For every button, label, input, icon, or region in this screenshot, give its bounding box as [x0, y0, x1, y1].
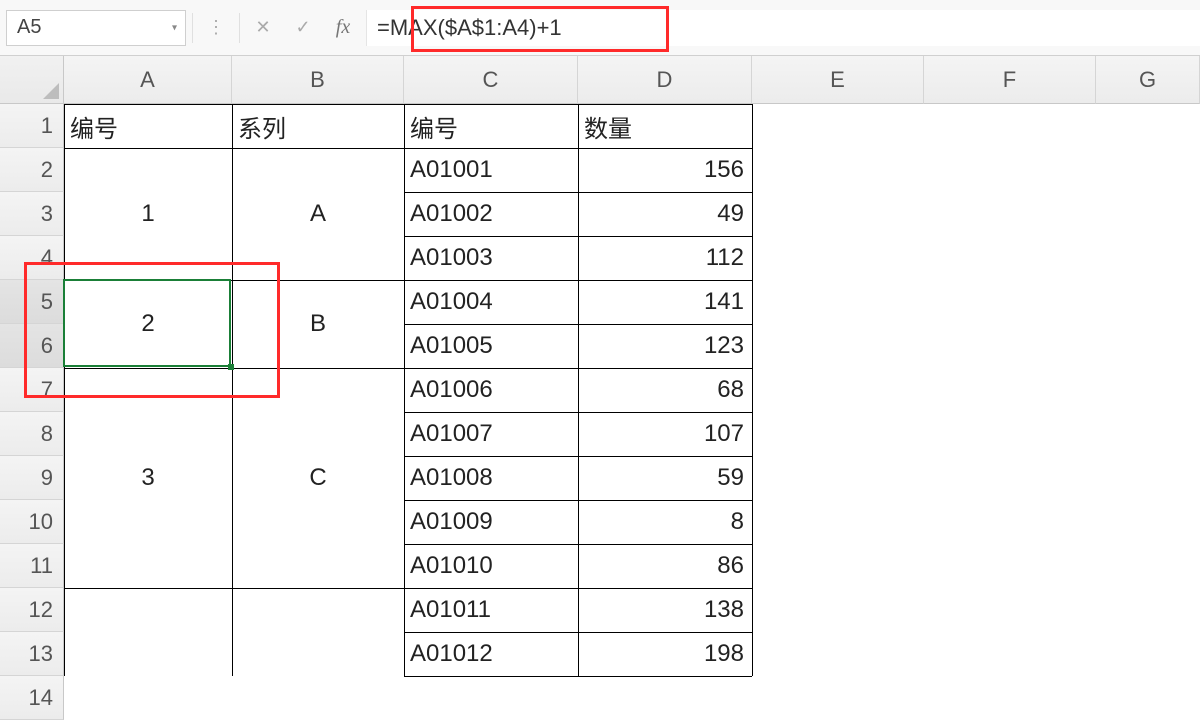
cell-D1[interactable]: 数量: [578, 104, 752, 148]
cell-D12[interactable]: 138: [578, 588, 752, 632]
cell-B5[interactable]: B: [232, 280, 404, 368]
cell-D10[interactable]: 8: [578, 500, 752, 544]
cell-A2[interactable]: 1: [64, 148, 232, 280]
row-header-3[interactable]: 3: [0, 192, 64, 236]
row-header-11[interactable]: 11: [0, 544, 64, 588]
cell-C1[interactable]: 编号: [404, 104, 578, 148]
cell-C12[interactable]: A01011: [404, 588, 578, 632]
cell-D3[interactable]: 49: [578, 192, 752, 236]
cell-D8[interactable]: 107: [578, 412, 752, 456]
column-header-C[interactable]: C: [404, 56, 578, 104]
cell-D6[interactable]: 123: [578, 324, 752, 368]
confirm-icon[interactable]: ✓: [286, 11, 320, 45]
cell-C5[interactable]: A01004: [404, 280, 578, 324]
column-header-D[interactable]: D: [578, 56, 752, 104]
gridline: [404, 280, 752, 281]
cell-D13[interactable]: 198: [578, 632, 752, 676]
cell-B2[interactable]: A: [232, 148, 404, 280]
separator: [192, 13, 193, 43]
gridline: [404, 588, 752, 589]
cell-C6[interactable]: A01005: [404, 324, 578, 368]
name-box-value: A5: [17, 16, 41, 39]
cell-D2[interactable]: 156: [578, 148, 752, 192]
fx-icon[interactable]: fx: [326, 11, 360, 45]
formula-input[interactable]: =MAX($A$1:A4)+1: [366, 10, 1200, 46]
row-header-2[interactable]: 2: [0, 148, 64, 192]
select-all-corner[interactable]: [0, 56, 64, 104]
gridline: [578, 104, 579, 676]
cell-C4[interactable]: A01003: [404, 236, 578, 280]
gridline: [404, 192, 752, 193]
gridline: [64, 368, 404, 369]
row-header-12[interactable]: 12: [0, 588, 64, 632]
gridline: [404, 236, 752, 237]
cell-D5[interactable]: 141: [578, 280, 752, 324]
row-header-14[interactable]: 14: [0, 676, 64, 720]
formula-bar: A5 ▾ ⋮ ✕ ✓ fx =MAX($A$1:A4)+1: [0, 0, 1200, 56]
gridline: [752, 104, 753, 676]
gridline: [404, 104, 405, 676]
row-header-4[interactable]: 4: [0, 236, 64, 280]
cell-A5[interactable]: 2: [64, 280, 232, 368]
cell-C2[interactable]: A01001: [404, 148, 578, 192]
row-header-7[interactable]: 7: [0, 368, 64, 412]
name-box[interactable]: A5 ▾: [6, 10, 186, 46]
gridline: [404, 500, 752, 501]
cell-D9[interactable]: 59: [578, 456, 752, 500]
gridline: [64, 104, 65, 676]
column-headers: ABCDEFG: [64, 56, 1200, 104]
cell-D7[interactable]: 68: [578, 368, 752, 412]
cell-D11[interactable]: 86: [578, 544, 752, 588]
cell-A1[interactable]: 编号: [64, 104, 232, 148]
row-header-1[interactable]: 1: [0, 104, 64, 148]
cell-A7[interactable]: 3: [64, 368, 232, 588]
fill-handle[interactable]: [228, 364, 234, 370]
gridline: [404, 368, 752, 369]
column-header-B[interactable]: B: [232, 56, 404, 104]
row-headers: 1234567891011121314: [0, 104, 64, 720]
column-header-A[interactable]: A: [64, 56, 232, 104]
cell-D4[interactable]: 112: [578, 236, 752, 280]
column-header-G[interactable]: G: [1096, 56, 1200, 104]
row-header-10[interactable]: 10: [0, 500, 64, 544]
cell-C8[interactable]: A01007: [404, 412, 578, 456]
more-icon[interactable]: ⋮: [199, 11, 233, 45]
cell-C7[interactable]: A01006: [404, 368, 578, 412]
row-header-6[interactable]: 6: [0, 324, 64, 368]
cell-C11[interactable]: A01010: [404, 544, 578, 588]
cell-C3[interactable]: A01002: [404, 192, 578, 236]
cell-C10[interactable]: A01009: [404, 500, 578, 544]
gridline: [64, 280, 404, 281]
gridline: [64, 104, 752, 105]
gridline: [404, 412, 752, 413]
cell-B1[interactable]: 系列: [232, 104, 404, 148]
row-header-13[interactable]: 13: [0, 632, 64, 676]
gridline: [232, 104, 233, 676]
cell-B7[interactable]: C: [232, 368, 404, 588]
gridline: [404, 456, 752, 457]
formula-text: =MAX($A$1:A4)+1: [377, 15, 562, 41]
gridline: [404, 676, 752, 677]
column-header-E[interactable]: E: [752, 56, 924, 104]
row-header-9[interactable]: 9: [0, 456, 64, 500]
cancel-icon[interactable]: ✕: [246, 11, 280, 45]
row-header-5[interactable]: 5: [0, 280, 64, 324]
cell-C13[interactable]: A01012: [404, 632, 578, 676]
column-header-F[interactable]: F: [924, 56, 1096, 104]
gridline: [64, 588, 404, 589]
gridline: [404, 324, 752, 325]
gridline: [404, 544, 752, 545]
separator: [239, 13, 240, 43]
gridline: [64, 148, 752, 149]
dropdown-icon[interactable]: ▾: [172, 22, 177, 33]
gridline: [404, 632, 752, 633]
cell-C9[interactable]: A01008: [404, 456, 578, 500]
row-header-8[interactable]: 8: [0, 412, 64, 456]
